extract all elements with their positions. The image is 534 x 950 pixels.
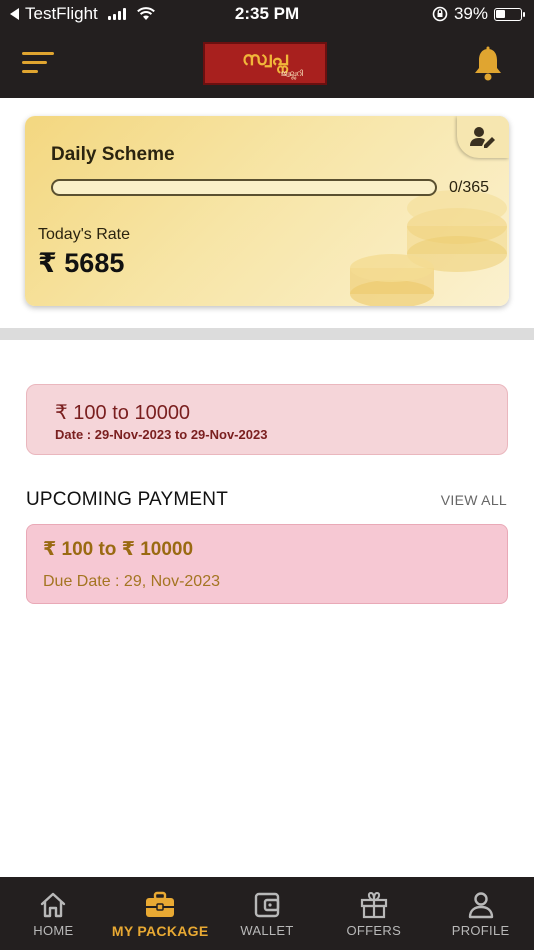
briefcase-icon [146,891,175,917]
status-right: 39% [432,4,525,24]
scheme-user-button[interactable] [457,116,509,158]
payment-amount-range: ₹ 100 to ₹ 10000 [43,539,194,560]
section-divider [0,328,534,340]
status-bar: TestFlight 2:35 PM 39% [0,0,534,28]
nav-my-package[interactable]: MY PACKAGE [107,877,214,950]
battery-icon [494,7,525,21]
notification-bell-icon[interactable] [472,46,504,82]
nav-wallet[interactable]: WALLET [214,877,321,950]
payment-due-date: Due Date : 29, Nov-2023 [43,573,220,590]
view-all-link[interactable]: VIEW ALL [441,492,507,508]
gift-icon [360,891,387,919]
menu-button[interactable] [22,52,54,74]
logo-sub-text: ജ്വല്ലറി [280,69,303,78]
brand-logo: സ്വപ്ന ജ്വല്ലറി [203,42,327,85]
todays-rate-value: ₹ 5685 [38,248,125,278]
top-bar: TestFlight 2:35 PM 39% സ്വപ്ന ജ്വല്ലറി [0,0,534,98]
plan-amount-range: ₹ 100 to 10000 [55,402,191,424]
scheme-progress-bar [51,179,437,196]
home-icon [41,892,66,918]
profile-icon [468,892,493,919]
logo-main-text: സ്വപ്ന [242,48,288,70]
battery-percent: 39% [453,4,488,23]
upcoming-payment-card[interactable]: ₹ 100 to ₹ 10000 Due Date : 29, Nov-2023 [26,524,508,604]
todays-rate-label: Today's Rate [38,226,130,243]
bottom-navigation: HOME MY PACKAGE WALLET OFFERS PROFILE [0,877,534,950]
nav-profile[interactable]: PROFILE [427,877,534,950]
user-edit-icon [470,127,495,148]
scheme-progress-count: 0/365 [449,179,490,196]
nav-wallet-label: WALLET [240,923,294,938]
nav-offers[interactable]: OFFERS [320,877,427,950]
scheme-title: Daily Scheme [51,144,175,165]
nav-offers-label: OFFERS [346,923,402,938]
plan-date-range: Date : 29-Nov-2023 to 29-Nov-2023 [55,427,268,442]
upcoming-payment-heading: UPCOMING PAYMENT [26,489,229,510]
daily-scheme-card[interactable]: Daily Scheme 0/365 Today's Rate ₹ 5685 [25,116,509,306]
app-screen: TestFlight 2:35 PM 39% സ്വപ്ന ജ്വല്ലറി D… [0,0,534,950]
nav-my-package-label: MY PACKAGE [111,923,209,939]
wallet-icon [254,892,280,918]
nav-home-label: HOME [33,923,74,938]
nav-home[interactable]: HOME [0,877,107,950]
plan-summary-card[interactable]: ₹ 100 to 10000 Date : 29-Nov-2023 to 29-… [26,384,508,455]
orientation-lock-icon [432,6,448,22]
nav-profile-label: PROFILE [451,923,510,938]
